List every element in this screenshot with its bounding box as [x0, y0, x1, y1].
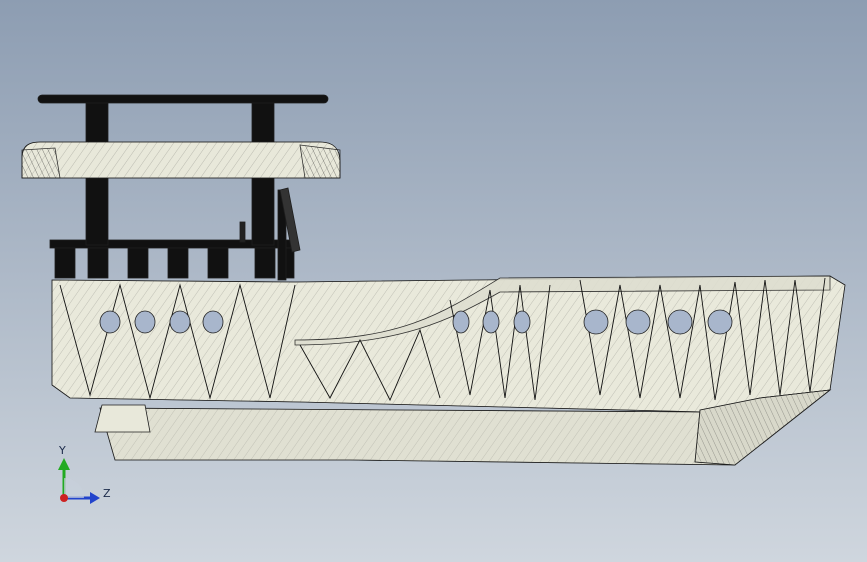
y-axis-arrow	[58, 458, 70, 470]
model-viewport[interactable]: Y Z	[0, 0, 867, 562]
stern-skeg	[94, 404, 151, 433]
helm-lever	[239, 221, 246, 243]
porthole	[452, 310, 470, 334]
porthole	[169, 310, 191, 334]
porthole	[583, 309, 609, 335]
top-rail	[37, 94, 329, 104]
porthole	[513, 310, 531, 334]
roof-canopy-mesh	[21, 141, 341, 179]
porthole	[134, 310, 156, 334]
z-axis-arrow	[90, 492, 100, 504]
x-axis-dot	[60, 494, 68, 502]
roof-edge-right	[299, 144, 341, 179]
porthole	[99, 310, 121, 334]
boat-model[interactable]	[21, 94, 846, 466]
roof-edge-left	[21, 147, 61, 179]
porthole	[625, 309, 651, 335]
porthole	[482, 310, 500, 334]
orientation-triad: Y Z	[58, 444, 111, 504]
triad-plane	[64, 478, 84, 498]
porthole	[667, 309, 693, 335]
y-axis-label: Y	[58, 444, 66, 457]
deck-railing	[49, 239, 296, 279]
porthole	[202, 310, 224, 334]
hull-side-mesh	[51, 275, 846, 413]
z-axis-label: Z	[103, 487, 111, 500]
porthole	[707, 309, 733, 335]
